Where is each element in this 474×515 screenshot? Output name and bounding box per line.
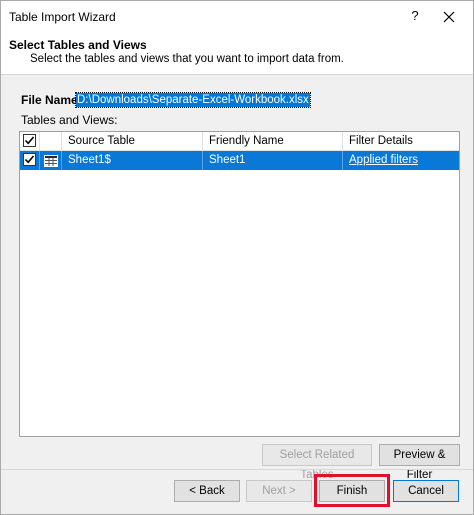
- filter-details-cell: Applied filters: [343, 151, 459, 170]
- row-checkbox[interactable]: [23, 153, 36, 166]
- cancel-button[interactable]: Cancel: [393, 480, 459, 502]
- tables-and-views-label: Tables and Views:: [21, 113, 118, 127]
- footer-separator: [1, 469, 473, 470]
- applied-filters-link[interactable]: Applied filters: [349, 154, 418, 166]
- select-all-column[interactable]: [20, 132, 40, 151]
- source-table-header[interactable]: Source Table: [62, 132, 203, 151]
- window-title: Table Import Wizard: [9, 10, 116, 24]
- grid-header: Source Table Friendly Name Filter Detail…: [20, 132, 459, 151]
- back-button[interactable]: < Back: [174, 480, 240, 502]
- help-button[interactable]: ?: [407, 8, 423, 26]
- table-import-wizard-window: Table Import Wizard ? Select Tables and …: [0, 0, 474, 515]
- source-table-cell: Sheet1$: [62, 151, 203, 170]
- next-button[interactable]: Next >: [246, 480, 312, 502]
- page-subtitle: Select the tables and views that you wan…: [30, 53, 344, 65]
- tables-grid[interactable]: Source Table Friendly Name Filter Detail…: [19, 131, 460, 437]
- friendly-name-header[interactable]: Friendly Name: [203, 132, 343, 151]
- close-button[interactable]: [437, 6, 461, 28]
- table-row[interactable]: Sheet1$ Sheet1 Applied filters: [20, 151, 459, 170]
- file-name-label: File Name:: [21, 93, 82, 107]
- row-checkbox-cell[interactable]: [20, 151, 40, 170]
- check-icon: [24, 155, 35, 164]
- select-related-tables-button[interactable]: Select Related Tables: [262, 444, 372, 481]
- close-icon: [443, 11, 455, 23]
- title-bar: Table Import Wizard ?: [1, 1, 473, 33]
- row-icon-cell: [40, 151, 62, 170]
- friendly-name-cell[interactable]: Sheet1: [203, 151, 343, 170]
- file-name-value[interactable]: D:\Downloads\Separate-Excel-Workbook.xls…: [75, 92, 311, 108]
- table-grid-icon: [44, 155, 58, 167]
- filter-details-header[interactable]: Filter Details: [343, 132, 459, 151]
- icon-column-header: [40, 132, 62, 151]
- finish-highlight-box: [314, 474, 390, 507]
- page-title: Select Tables and Views: [9, 38, 147, 52]
- select-all-checkbox[interactable]: [23, 134, 36, 147]
- check-icon: [24, 136, 35, 145]
- wizard-header: Select Tables and Views Select the table…: [1, 33, 473, 75]
- preview-filter-button[interactable]: Preview & Filter: [379, 444, 460, 481]
